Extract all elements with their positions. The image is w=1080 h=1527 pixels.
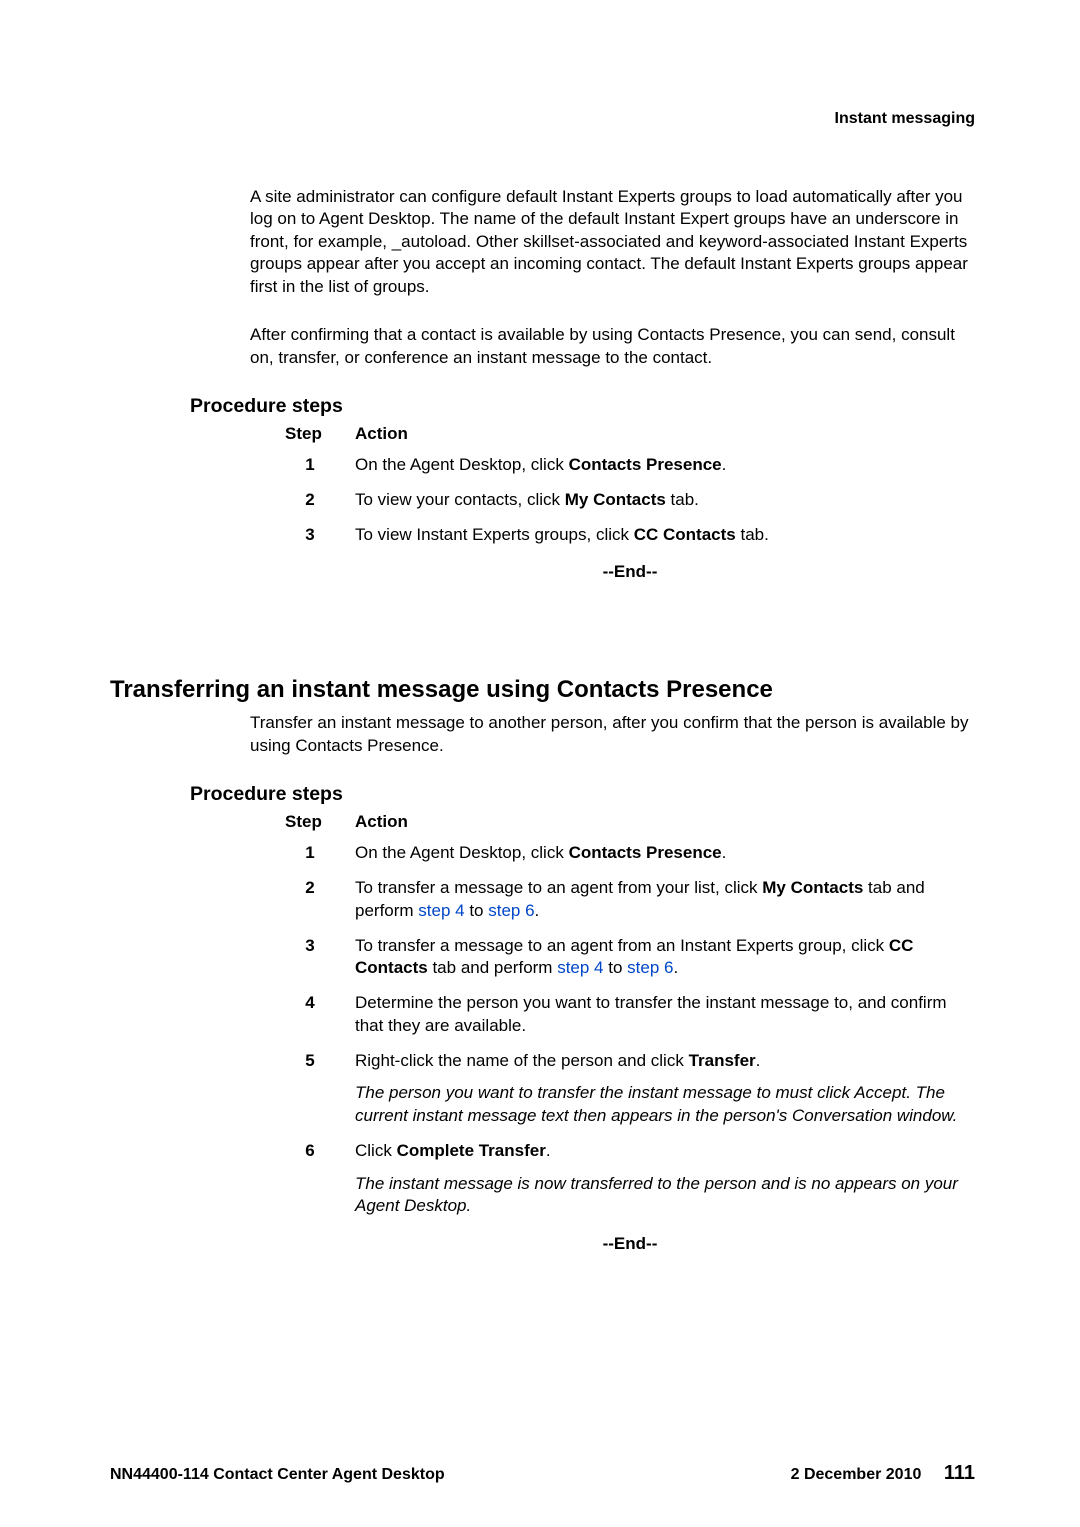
cross-ref-link[interactable]: step 4 — [418, 901, 464, 920]
step-text-pre: To view Instant Experts groups, click — [355, 525, 634, 544]
footer-doc-id: NN44400-114 Contact Center Agent Desktop — [110, 1466, 445, 1484]
step-text-pre: To view your contacts, click — [355, 490, 565, 509]
footer-page-number: 111 — [944, 1462, 975, 1484]
step-text-post: . — [756, 1051, 761, 1070]
step-text-bold: CC Contacts — [634, 525, 736, 544]
step-action: To view your contacts, click My Contacts… — [355, 489, 975, 512]
step-note: The person you want to transfer the inst… — [355, 1082, 975, 1128]
procedure-2-step-5: 5 Right-click the name of the person and… — [285, 1050, 975, 1128]
step-text-bold: Contacts Presence — [569, 455, 722, 474]
step-text-bold: Complete Transfer — [397, 1141, 546, 1160]
step-number: 3 — [285, 524, 355, 547]
cross-ref-link[interactable]: step 6 — [488, 901, 534, 920]
footer-date: 2 December 2010 — [791, 1466, 922, 1483]
step-text-bold: My Contacts — [762, 878, 863, 897]
procedure-2-step-1: 1 On the Agent Desktop, click Contacts P… — [285, 842, 975, 865]
procedure-2-step-6: 6 Click Complete Transfer. The instant m… — [285, 1140, 975, 1218]
section-2-title: Transferring an instant message using Co… — [110, 676, 975, 704]
step-number: 2 — [285, 877, 355, 923]
procedure-1-steps: Step Action 1 On the Agent Desktop, clic… — [285, 424, 975, 582]
step-text-pre: To transfer a message to an agent from a… — [355, 936, 889, 955]
step-action: Right-click the name of the person and c… — [355, 1050, 975, 1128]
step-number: 1 — [285, 842, 355, 865]
step-text-pre: On the Agent Desktop, click — [355, 843, 569, 862]
step-text-bold: My Contacts — [565, 490, 666, 509]
procedure-1-columns: Step Action — [285, 424, 975, 444]
page-footer: NN44400-114 Contact Center Agent Desktop… — [110, 1462, 975, 1485]
step-text-pre: On the Agent Desktop, click — [355, 455, 569, 474]
procedure-2-columns: Step Action — [285, 812, 975, 832]
intro-paragraph-2: After confirming that a contact is avail… — [250, 324, 975, 369]
step-text-post: . — [546, 1141, 551, 1160]
step-action: Determine the person you want to transfe… — [355, 992, 975, 1038]
step-text-post: . — [722, 843, 727, 862]
procedure-1-step-2: 2 To view your contacts, click My Contac… — [285, 489, 975, 512]
step-text-bold: Contacts Presence — [569, 843, 722, 862]
page-root: Instant messaging A site administrator c… — [0, 0, 1080, 1527]
section-2-intro: Transfer an instant message to another p… — [250, 712, 975, 757]
step-text-pre: To transfer a message to an agent from y… — [355, 878, 762, 897]
section-header: Instant messaging — [110, 110, 975, 128]
step-text-post2: . — [535, 901, 540, 920]
step-number: 4 — [285, 992, 355, 1038]
procedure-1-heading: Procedure steps — [190, 395, 975, 418]
step-text-mid: to — [465, 901, 489, 920]
procedure-2-heading: Procedure steps — [190, 783, 975, 806]
procedure-1-step-3: 3 To view Instant Experts groups, click … — [285, 524, 975, 547]
procedure-2-end: --End-- — [285, 1234, 975, 1254]
step-text-mid: to — [604, 958, 628, 977]
procedure-1-step-1: 1 On the Agent Desktop, click Contacts P… — [285, 454, 975, 477]
step-text-bold: Transfer — [689, 1051, 756, 1070]
step-action: On the Agent Desktop, click Contacts Pre… — [355, 454, 975, 477]
step-action: To transfer a message to an agent from y… — [355, 877, 975, 923]
step-action: To transfer a message to an agent from a… — [355, 935, 975, 981]
procedure-2-step-2: 2 To transfer a message to an agent from… — [285, 877, 975, 923]
step-text-post: . — [722, 455, 727, 474]
procedure-2-steps: Step Action 1 On the Agent Desktop, clic… — [285, 812, 975, 1254]
procedure-1-end: --End-- — [285, 562, 975, 582]
procedure-2-step-4: 4 Determine the person you want to trans… — [285, 992, 975, 1038]
col-action-label: Action — [355, 812, 408, 832]
step-number: 5 — [285, 1050, 355, 1128]
col-action-label: Action — [355, 424, 408, 444]
step-number: 3 — [285, 935, 355, 981]
step-action: To view Instant Experts groups, click CC… — [355, 524, 975, 547]
step-text-post1: tab and perform — [428, 958, 557, 977]
cross-ref-link[interactable]: step 4 — [557, 958, 603, 977]
step-text-pre: Right-click the name of the person and c… — [355, 1051, 689, 1070]
step-text-pre: Click — [355, 1141, 397, 1160]
col-step-label: Step — [285, 812, 355, 832]
footer-right: 2 December 2010 111 — [791, 1462, 975, 1485]
step-number: 1 — [285, 454, 355, 477]
step-number: 6 — [285, 1140, 355, 1218]
step-action: On the Agent Desktop, click Contacts Pre… — [355, 842, 975, 865]
step-text-post2: . — [673, 958, 678, 977]
step-text-post: tab. — [666, 490, 699, 509]
step-action: Click Complete Transfer. The instant mes… — [355, 1140, 975, 1218]
step-note: The instant message is now transferred t… — [355, 1173, 975, 1219]
step-text-post: tab. — [736, 525, 769, 544]
col-step-label: Step — [285, 424, 355, 444]
step-number: 2 — [285, 489, 355, 512]
procedure-2-step-3: 3 To transfer a message to an agent from… — [285, 935, 975, 981]
intro-paragraph-1: A site administrator can configure defau… — [250, 186, 975, 298]
cross-ref-link[interactable]: step 6 — [627, 958, 673, 977]
